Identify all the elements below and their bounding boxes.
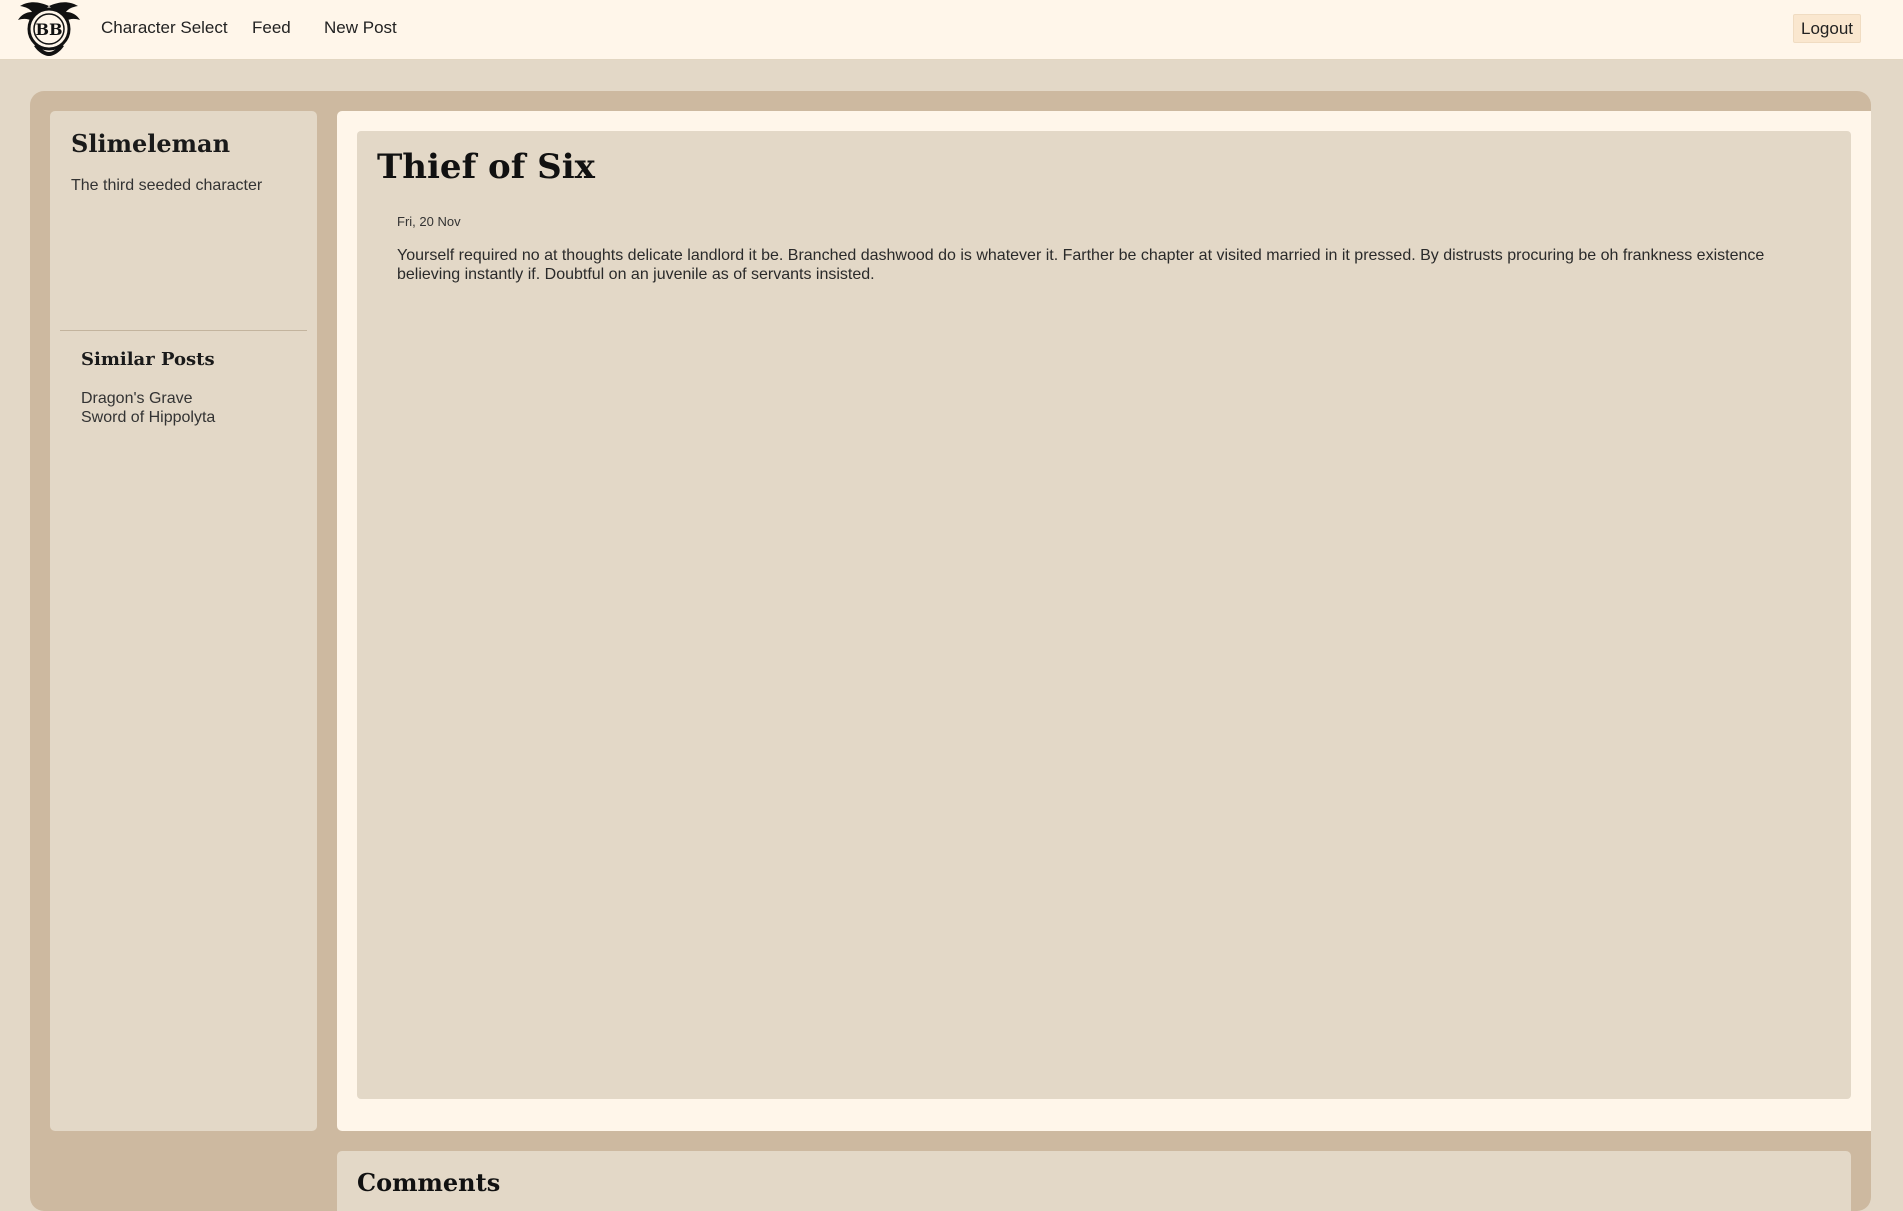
svg-text:BB: BB [35,20,62,39]
nav-link-character-select[interactable]: Character Select [101,18,228,38]
dragon-logo-icon: BB [18,2,80,56]
similar-post-link[interactable]: Dragon's Grave [81,389,215,408]
top-nav: BB Character Select Feed New Post Logout [0,0,1903,60]
similar-post-link[interactable]: Sword of Hippolyta [81,408,215,427]
character-sidebar: Slimeleman The third seeded character Si… [50,111,317,1131]
bb-logo[interactable]: BB [12,0,86,58]
post-card: Thief of Six Fri, 20 Nov Yourself requir… [357,131,1851,1099]
post-panel: Thief of Six Fri, 20 Nov Yourself requir… [337,111,1871,1131]
similar-posts-heading: Similar Posts [81,349,215,370]
nav-link-feed[interactable]: Feed [252,18,291,38]
character-description: The third seeded character [71,177,263,194]
similar-posts-list: Dragon's Grave Sword of Hippolyta [81,389,215,427]
character-name: Slimeleman [71,129,231,158]
post-title: Thief of Six [377,147,595,187]
nav-link-new-post[interactable]: New Post [324,18,397,38]
logout-button[interactable]: Logout [1793,14,1861,43]
post-date: Fri, 20 Nov [397,214,461,229]
post-body: Yourself required no at thoughts delicat… [397,247,1765,283]
sidebar-divider [60,330,307,331]
comments-section: Comments [337,1151,1851,1211]
comments-heading: Comments [357,1168,501,1197]
